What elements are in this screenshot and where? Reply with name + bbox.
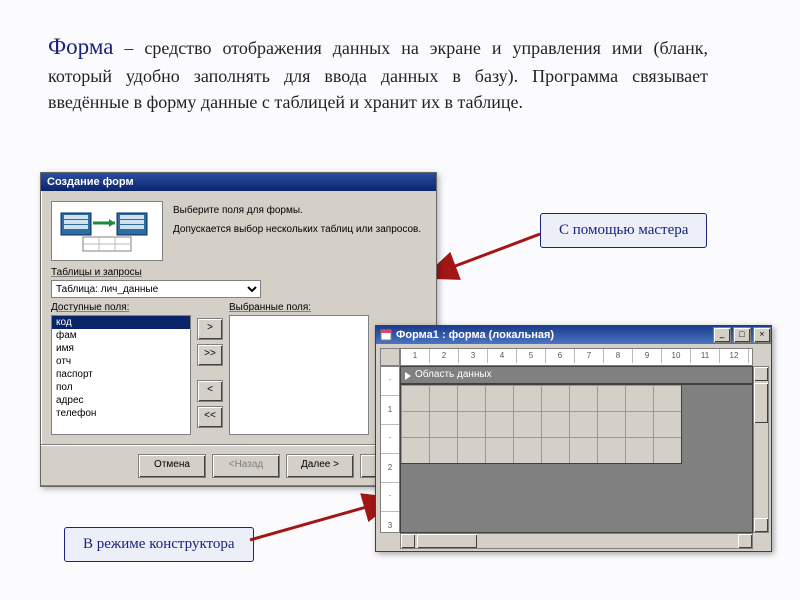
horizontal-ruler: 123456789101112: [400, 348, 753, 366]
tables-select[interactable]: Таблица: лич_данные: [51, 280, 261, 298]
callout-designer: В режиме конструктора: [64, 527, 254, 562]
definition-text: средство отображения данных на экране и …: [48, 38, 708, 112]
detail-band-header[interactable]: Область данных: [400, 366, 753, 384]
ruler-corner: [380, 348, 400, 366]
list-item[interactable]: фам: [52, 329, 190, 342]
grid-area[interactable]: [401, 385, 682, 464]
maximize-icon[interactable]: □: [733, 327, 751, 343]
remove-all-button[interactable]: <<: [197, 406, 223, 428]
wizard-messages: Выберите поля для формы. Допускается выб…: [173, 201, 426, 261]
wizard-msg2: Допускается выбор нескольких таблиц или …: [173, 224, 426, 235]
add-all-button[interactable]: >>: [197, 344, 223, 366]
selected-label: Выбранные поля:: [229, 302, 369, 313]
list-item[interactable]: имя: [52, 342, 190, 355]
callout-wizard: С помощью мастера: [540, 213, 707, 248]
close-icon[interactable]: ×: [753, 327, 771, 343]
horizontal-scrollbar[interactable]: [400, 533, 753, 549]
cancel-button[interactable]: Отмена: [138, 454, 206, 478]
tables-label: Таблицы и запросы: [51, 267, 426, 278]
list-item[interactable]: код: [52, 316, 190, 329]
next-button[interactable]: Далее >: [286, 454, 354, 478]
list-item[interactable]: адрес: [52, 394, 190, 407]
list-item[interactable]: отч: [52, 355, 190, 368]
available-label: Доступные поля:: [51, 302, 191, 313]
definition-paragraph: Форма – средство отображения данных на э…: [48, 30, 708, 116]
list-item[interactable]: паспорт: [52, 368, 190, 381]
form-designer-window: Форма1 : форма (локальная) _ □ × 1234567…: [375, 325, 772, 552]
definition-term: Форма: [48, 34, 113, 59]
list-item[interactable]: телефон: [52, 407, 190, 420]
available-list[interactable]: код фам имя отч паспорт пол адрес телефо…: [51, 315, 191, 435]
wizard-title: Создание форм: [41, 173, 436, 191]
back-button[interactable]: <Назад: [212, 454, 280, 478]
designer-title: Форма1 : форма (локальная): [396, 329, 554, 341]
vertical-scrollbar[interactable]: [753, 366, 769, 533]
design-canvas[interactable]: [400, 384, 753, 533]
vertical-ruler: -1-2-3-4-5: [380, 366, 400, 533]
designer-titlebar: Форма1 : форма (локальная) _ □ ×: [376, 326, 771, 344]
wizard-msg1: Выберите поля для формы.: [173, 205, 426, 216]
remove-button[interactable]: <: [197, 380, 223, 402]
minimize-icon[interactable]: _: [713, 327, 731, 343]
form-icon: [380, 329, 392, 341]
add-button[interactable]: >: [197, 318, 223, 340]
selected-list[interactable]: [229, 315, 369, 435]
list-item[interactable]: пол: [52, 381, 190, 394]
wizard-illustration: [51, 201, 163, 261]
